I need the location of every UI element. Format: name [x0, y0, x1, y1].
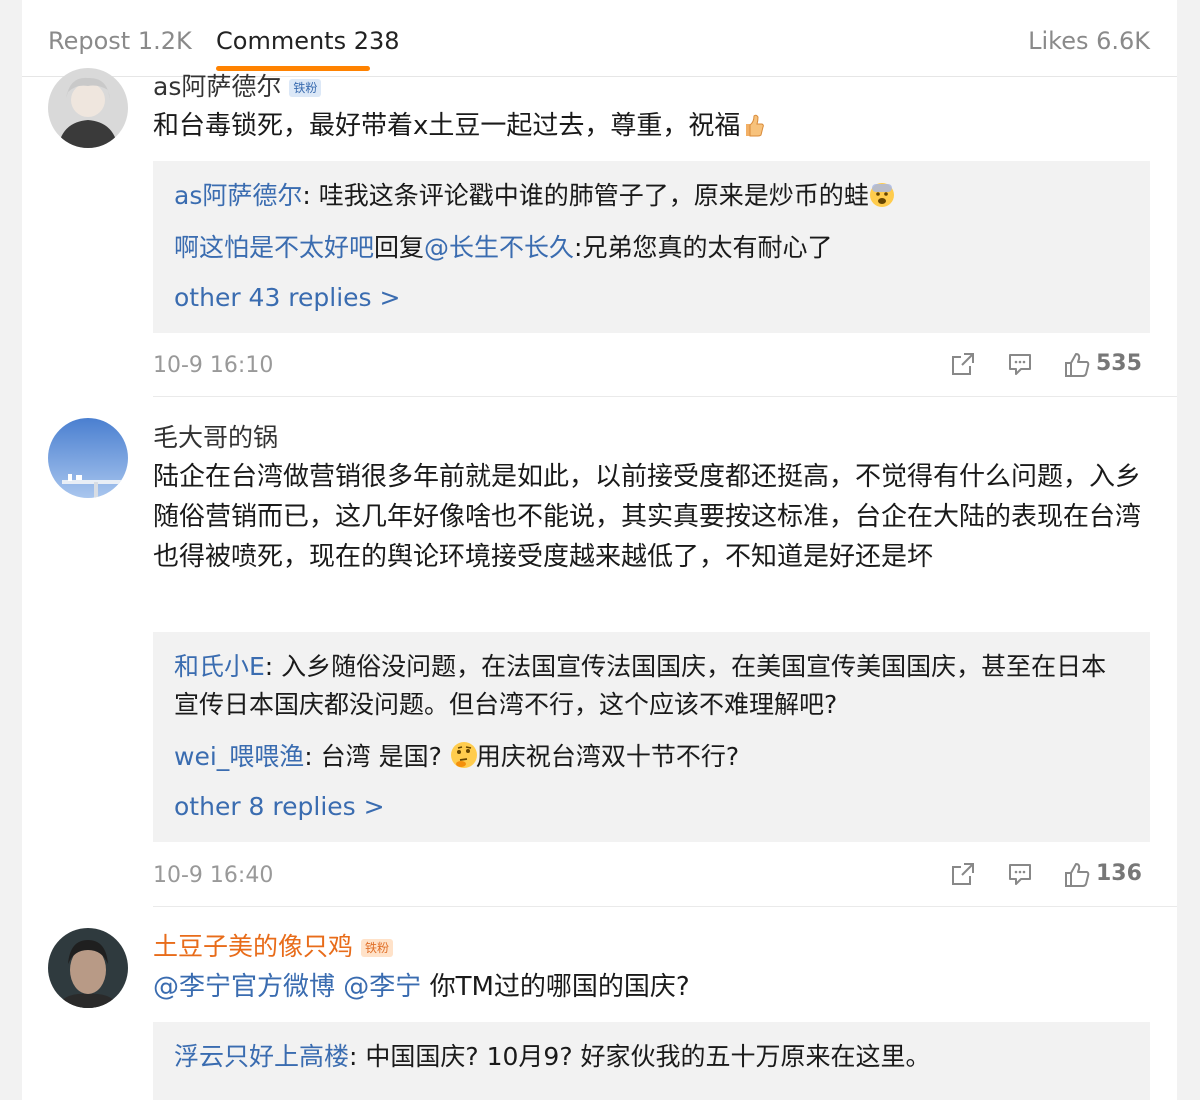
- fan-badge: 铁粉: [289, 79, 322, 97]
- like-icon[interactable]: [1063, 351, 1091, 383]
- reply-username[interactable]: as阿萨德尔: [174, 181, 302, 210]
- reply-item: wei_喂喂渔: 台湾 是国? 用庆祝台湾双十节不行?: [174, 738, 1124, 776]
- reply-text: : 入乡随俗没问题，在法国宣传法国国庆，在美国宣传美国国庆，甚至在日本宣传日本国…: [174, 652, 1107, 719]
- more-replies-link[interactable]: other 8 replies >: [174, 792, 385, 821]
- avatar[interactable]: [48, 418, 128, 498]
- tab-comments[interactable]: Comments 238: [216, 26, 400, 56]
- reply-item: 和氏小E: 入乡随俗没问题，在法国宣传法国国庆，在美国宣传美国国庆，甚至在日本宣…: [174, 648, 1124, 724]
- fearful-emoji: [869, 181, 895, 207]
- comment-username[interactable]: 毛大哥的锅: [153, 423, 278, 452]
- like-count: 535: [1096, 351, 1142, 376]
- divider: [153, 906, 1177, 907]
- fan-badge: 铁粉: [361, 939, 394, 957]
- tab-bar: Repost 1.2K Comments 238 Likes 6.6K: [22, 0, 1177, 77]
- comment-username-row: as阿萨德尔 铁粉: [153, 72, 322, 102]
- comment-timestamp: 10-9 16:40: [153, 863, 274, 888]
- tab-repost[interactable]: Repost 1.2K: [48, 26, 192, 56]
- comment-username[interactable]: 土豆子美的像只鸡: [153, 932, 353, 961]
- reply-item: 啊这怕是不太好吧回复@长生不长久:兄弟您真的太有耐心了: [174, 229, 1124, 267]
- more-replies-link[interactable]: other 43 replies >: [174, 283, 400, 312]
- comment-username-row: 土豆子美的像只鸡 铁粉: [153, 932, 394, 962]
- share-icon[interactable]: [950, 351, 976, 381]
- reply-username[interactable]: 和氏小E: [174, 652, 265, 681]
- comment-actions: 535: [950, 351, 1150, 381]
- comment-username[interactable]: as阿萨德尔: [153, 72, 281, 101]
- comment-mention[interactable]: @李宁官方微博: [153, 972, 335, 1002]
- reply-box: as阿萨德尔: 哇我这条评论戳中谁的肺管子了，原来是炒币的蛙 啊这怕是不太好吧回…: [153, 161, 1150, 333]
- like-count: 136: [1096, 861, 1142, 886]
- avatar[interactable]: [48, 928, 128, 1008]
- tab-likes[interactable]: Likes 6.6K: [1028, 26, 1150, 56]
- comment-text: 陆企在台湾做营销很多年前就是如此，以前接受度都还挺高，不觉得有什么问题，入乡随俗…: [153, 462, 1142, 572]
- reply-username[interactable]: 啊这怕是不太好吧: [174, 233, 374, 262]
- reply-box: 浮云只好上高楼: 中国国庆? 10月9? 好家伙我的五十万原来在这里。: [153, 1022, 1150, 1100]
- weibo-comment-page: Repost 1.2K Comments 238 Likes 6.6K as阿萨…: [22, 0, 1177, 1100]
- comment-text: @李宁官方微博 @李宁 你TM过的哪国的国庆?: [153, 967, 1153, 1007]
- comment-actions: 136: [950, 861, 1150, 891]
- share-icon[interactable]: [950, 861, 976, 891]
- reply-text-continued: 用庆祝台湾双十节不行?: [475, 742, 740, 771]
- like-icon[interactable]: [1063, 861, 1091, 893]
- reply-keyword: 回复: [374, 233, 425, 262]
- comment-text: 和台毒锁死，最好带着x土豆一起过去，尊重，祝福: [153, 106, 1153, 146]
- comment-icon[interactable]: [1007, 351, 1033, 381]
- thumbs-up-emoji: [740, 110, 766, 137]
- comment-mention[interactable]: @李宁: [343, 972, 421, 1002]
- reply-mention[interactable]: @长生不长久: [424, 233, 574, 262]
- comment-icon[interactable]: [1007, 861, 1033, 891]
- reply-box: 和氏小E: 入乡随俗没问题，在法国宣传法国国庆，在美国宣传美国国庆，甚至在日本宣…: [153, 632, 1150, 842]
- comment-timestamp: 10-9 16:10: [153, 353, 274, 378]
- active-tab-indicator: [216, 66, 370, 71]
- reply-text: : 哇我这条评论戳中谁的肺管子了，原来是炒币的蛙: [302, 181, 869, 210]
- reply-username[interactable]: 浮云只好上高楼: [174, 1042, 349, 1071]
- thinking-emoji: [450, 741, 477, 768]
- comment-username-row: 毛大哥的锅: [153, 423, 278, 453]
- comment-text-content: 你TM过的哪国的国庆?: [429, 972, 690, 1002]
- reply-item: as阿萨德尔: 哇我这条评论戳中谁的肺管子了，原来是炒币的蛙: [174, 177, 1124, 215]
- reply-item: 浮云只好上高楼: 中国国庆? 10月9? 好家伙我的五十万原来在这里。: [174, 1038, 1124, 1076]
- reply-text: : 中国国庆? 10月9? 好家伙我的五十万原来在这里。: [349, 1042, 931, 1071]
- comment-text-content: 和台毒锁死，最好带着x土豆一起过去，尊重，祝福: [153, 111, 741, 141]
- reply-username[interactable]: wei_喂喂渔: [174, 742, 304, 771]
- divider: [153, 396, 1177, 397]
- avatar[interactable]: [48, 68, 128, 148]
- reply-text: :兄弟您真的太有耐心了: [574, 233, 833, 262]
- reply-text: : 台湾 是国?: [304, 742, 442, 771]
